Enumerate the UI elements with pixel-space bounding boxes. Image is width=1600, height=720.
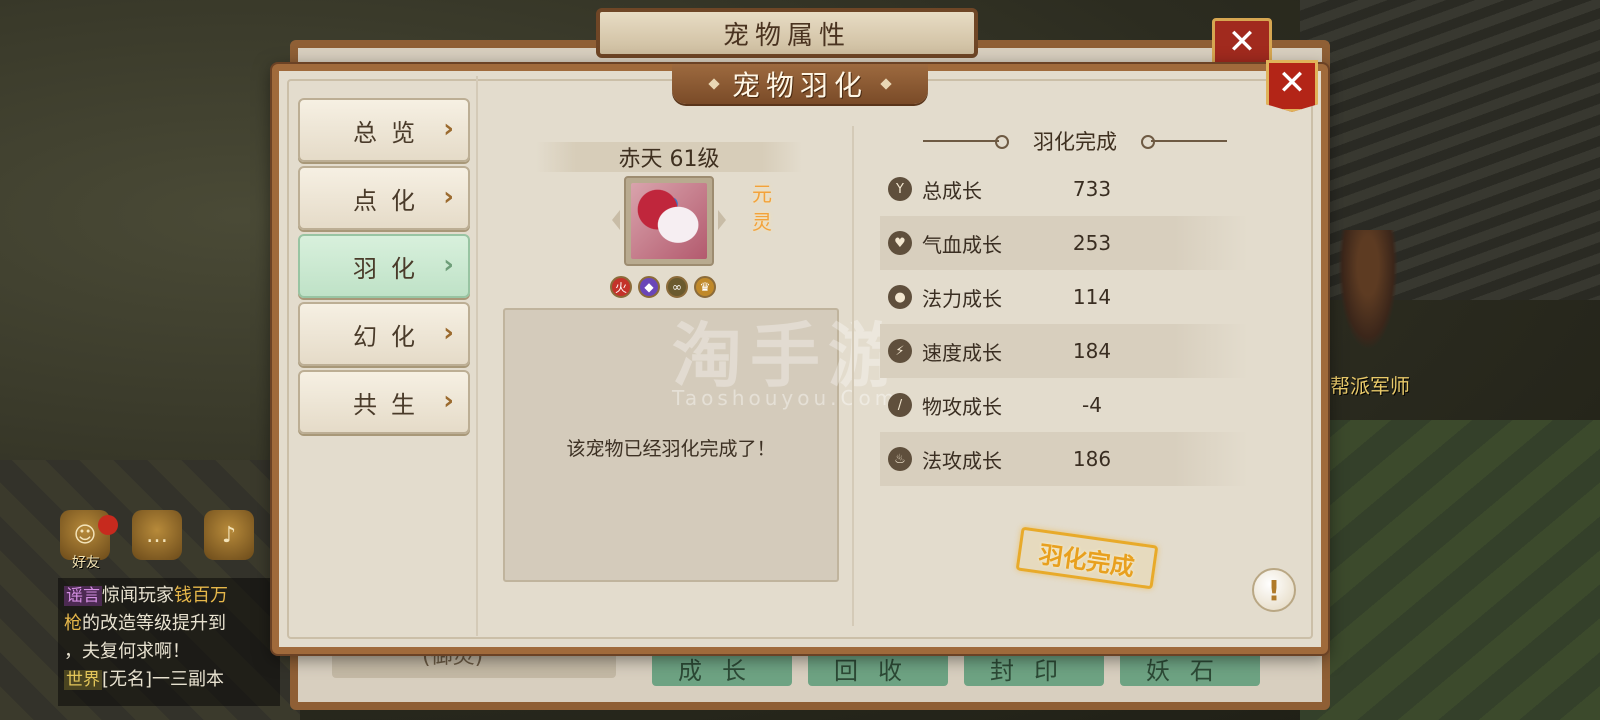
chat-log[interactable]: 谣言 惊闻玩家钱百万 枪的改造等级提升到 ，夫复何求啊！ 世界 [无名]一三副本 (58, 578, 280, 706)
chat-text: 惊闻玩家 (102, 585, 174, 606)
demon-stone-button[interactable]: 妖石 (1120, 650, 1260, 686)
stat-row-phys-attack-growth: / 物攻成长 -4 (880, 378, 1248, 432)
watermark-url: Taoshouyou.Com (672, 386, 899, 410)
chat-channel-tag: 谣言 (64, 586, 102, 606)
stat-label: 法攻成长 (922, 448, 1002, 473)
stat-label: 物攻成长 (922, 394, 1002, 419)
stat-value: 186 (1072, 447, 1112, 471)
chat-player-name: 钱百万 (174, 585, 228, 606)
drop-icon[interactable]: ◆ (638, 276, 660, 298)
header-ornament-icon (1141, 135, 1227, 149)
chat-text: 的改造等级提升到 (82, 613, 226, 634)
stat-value: 733 (1072, 177, 1112, 201)
divider (476, 76, 478, 636)
stat-value: 114 (1072, 285, 1112, 309)
stat-row-magic-attack-growth: ♨ 法攻成长 186 (880, 432, 1248, 486)
stat-label: 总成长 (922, 178, 982, 203)
fire-icon[interactable]: 火 (610, 276, 632, 298)
chat-line: ，夫复何求啊！ (64, 638, 274, 666)
back-window-actions: 成长 回收 封印 妖石 (652, 650, 1260, 686)
chevron-right-icon: › (443, 318, 454, 348)
tab-label: 羽化 (353, 254, 429, 283)
tab-label: 幻化 (353, 322, 429, 351)
chat-item-name: 枪 (64, 613, 82, 634)
next-pet-arrow-icon[interactable] (718, 210, 726, 230)
hp-growth-icon: ♥ (888, 231, 912, 255)
window-title: 宠物羽化 (731, 69, 868, 102)
pet-attributes-title: 宠物属性 (722, 20, 851, 51)
chat-channel-tag: 世界 (64, 670, 102, 690)
npc-figure[interactable] (1338, 230, 1398, 350)
growth-button[interactable]: 成长 (652, 650, 792, 686)
chat-text: ，夫复何求啊！ (64, 641, 190, 662)
pet-portrait (631, 183, 707, 259)
window-title-tab: 宠物羽化 (672, 64, 928, 104)
tab-symbiosis[interactable]: 共生 › (298, 370, 470, 434)
tab-label: 点化 (353, 186, 429, 215)
stat-row-speed-growth: ⚡ 速度成长 184 (880, 324, 1248, 378)
stat-value: 184 (1072, 339, 1112, 363)
info-button[interactable]: ! (1252, 568, 1296, 612)
tab-label: 总览 (353, 118, 429, 147)
chat-text: [无名]一三副本 (102, 669, 225, 690)
tab-transform[interactable]: 幻化 › (298, 302, 470, 366)
pet-name-banner: 赤天 61级 (536, 142, 802, 172)
pet-portrait-frame[interactable] (624, 176, 714, 266)
stat-value: 253 (1072, 231, 1112, 255)
phys-attack-growth-icon: / (888, 393, 912, 417)
npc-name-label: 帮派军师 (1330, 374, 1410, 398)
chevron-right-icon: › (443, 250, 454, 280)
magic-attack-growth-icon: ♨ (888, 447, 912, 471)
stat-label: 气血成长 (922, 232, 1002, 257)
completion-message: 该宠物已经羽化完成了！ (566, 437, 776, 460)
stats-header: 羽化完成 (902, 126, 1248, 156)
chat-line: 枪的改造等级提升到 (64, 610, 274, 638)
stat-label: 法力成长 (922, 286, 1002, 311)
tab-label: 共生 (353, 390, 429, 419)
stat-row-hp-growth: ♥ 气血成长 253 (880, 216, 1248, 270)
pet-type-tag: 元 灵 (748, 180, 776, 236)
friend-label: 好友 (72, 555, 100, 571)
close-button[interactable]: ✕ (1266, 60, 1318, 112)
tab-feathering[interactable]: 羽化 › (298, 234, 470, 298)
friend-notification-dot (98, 515, 118, 535)
chat-line: 世界 [无名]一三副本 (64, 666, 274, 694)
chevron-right-icon: › (443, 182, 454, 212)
chat-bubble-icon[interactable]: … (132, 510, 182, 560)
prev-pet-arrow-icon[interactable] (612, 210, 620, 230)
stamp-text: 羽化完成 (1037, 539, 1137, 582)
tab-enlighten[interactable]: 点化 › (298, 166, 470, 230)
microphone-icon[interactable]: ♪ (204, 510, 254, 560)
chevron-right-icon: › (443, 114, 454, 144)
total-growth-icon: Y (888, 177, 912, 201)
tab-overview[interactable]: 总览 › (298, 98, 470, 162)
divider (852, 126, 854, 626)
stat-row-mp-growth: ● 法力成长 114 (880, 270, 1248, 324)
seal-button[interactable]: 封印 (964, 650, 1104, 686)
mp-growth-icon: ● (888, 285, 912, 309)
cloud-icon[interactable]: ∞ (666, 276, 688, 298)
stats-title: 羽化完成 (1033, 130, 1117, 154)
header-ornament-icon (923, 135, 1009, 149)
title-ornament-icon (708, 78, 720, 90)
title-ornament-icon (880, 78, 892, 90)
pet-attributes-title-bar: 宠物属性 (596, 8, 978, 58)
stat-label: 速度成长 (922, 340, 1002, 365)
pet-type-char: 灵 (752, 210, 772, 234)
crown-icon[interactable]: ♛ (694, 276, 716, 298)
chevron-right-icon: › (443, 386, 454, 416)
chat-line: 谣言 惊闻玩家钱百万 (64, 582, 274, 610)
pet-attribute-icons: 火 ◆ ∞ ♛ (610, 276, 716, 298)
stat-row-total-growth: Y 总成长 733 (880, 162, 1248, 216)
pet-name-level: 赤天 61级 (618, 147, 720, 172)
stat-value: -4 (1082, 393, 1102, 417)
scene-ground-right (1300, 420, 1600, 720)
recycle-button[interactable]: 回收 (808, 650, 948, 686)
pet-type-char: 元 (752, 182, 772, 206)
back-close-button[interactable]: ✕ (1212, 18, 1272, 66)
speed-growth-icon: ⚡ (888, 339, 912, 363)
